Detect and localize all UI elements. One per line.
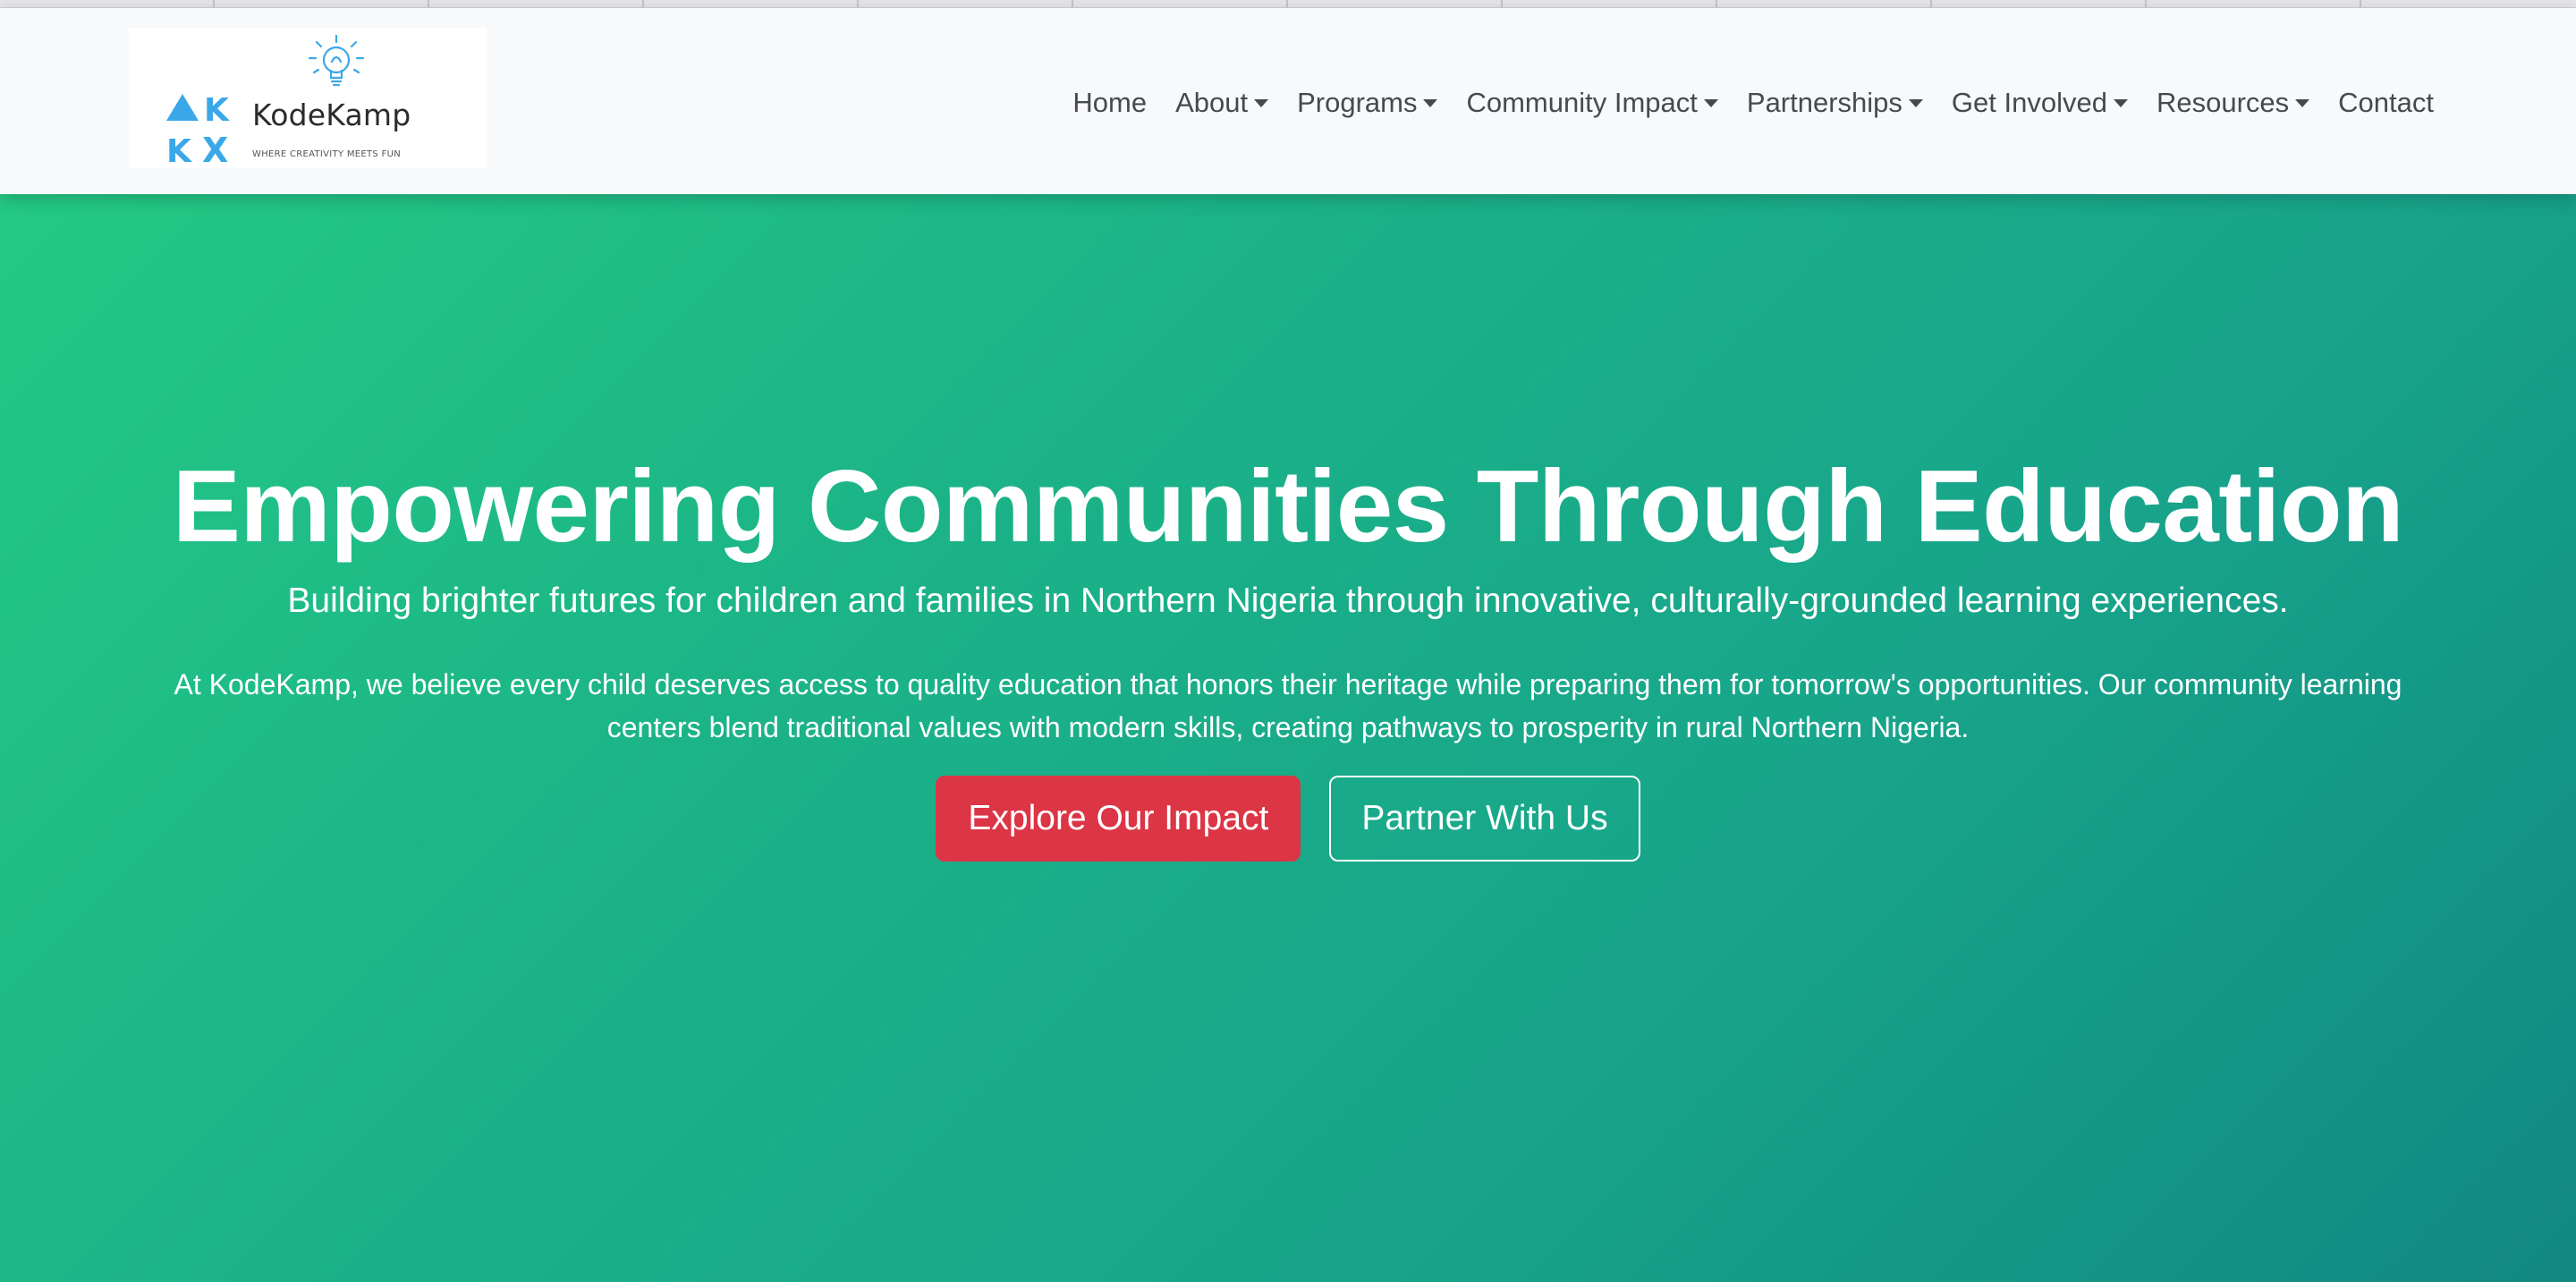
tab-separator: [1716, 0, 1717, 7]
site-navbar: K K X KodeKamp WHERE CREATIVITY MEETS FU…: [0, 8, 2576, 194]
hero-subtitle: Building brighter futures for children a…: [287, 582, 2289, 620]
nav-item-label: Resources: [2156, 87, 2290, 118]
logo-letter: K: [204, 92, 230, 129]
nav-item-partnerships[interactable]: Partnerships: [1747, 87, 1923, 119]
nav-item-community-impact[interactable]: Community Impact: [1466, 87, 1718, 119]
caret-down-icon: [1254, 98, 1269, 107]
nav-item-label: Get Involved: [1951, 87, 2107, 118]
explore-impact-button[interactable]: Explore Our Impact: [936, 776, 1301, 862]
primary-nav: Home About Programs Community Impact Par…: [1072, 87, 2434, 119]
logo-mark-icon: K K X: [166, 92, 230, 166]
tab-separator: [2145, 0, 2147, 7]
hero-body-text: At KodeKamp, we believe every child dese…: [174, 668, 2402, 743]
tab-separator: [428, 0, 429, 7]
browser-tab-strip: [0, 0, 2576, 8]
nav-item-label: Contact: [2338, 87, 2434, 118]
tab-separator: [857, 0, 859, 7]
tab-separator: [213, 0, 215, 7]
caret-down-icon: [1423, 98, 1438, 107]
nav-item-resources[interactable]: Resources: [2156, 87, 2310, 119]
tab-separator: [1072, 0, 1073, 7]
hero-cta-group: Explore Our Impact Partner With Us: [0, 776, 2576, 862]
logo-letter: X: [202, 131, 228, 166]
nav-item-about[interactable]: About: [1175, 87, 1269, 119]
tab-separator: [1501, 0, 1503, 7]
hero-section: Empowering Communities Through Education…: [0, 194, 2576, 1282]
nav-item-label: Community Impact: [1466, 87, 1698, 118]
tab-separator: [2360, 0, 2361, 7]
brand-tagline: WHERE CREATIVITY MEETS FUN: [252, 149, 401, 159]
nav-item-home[interactable]: Home: [1072, 87, 1147, 119]
logo-letter: K: [166, 133, 192, 166]
hero-title: Empowering Communities Through Education: [172, 450, 2404, 564]
caret-down-icon: [2295, 98, 2310, 107]
nav-item-label: Partnerships: [1746, 87, 1902, 118]
brand-name: KodeKamp: [252, 98, 411, 132]
tab-separator: [1286, 0, 1288, 7]
nav-item-contact[interactable]: Contact: [2338, 87, 2434, 119]
brand-logo-link[interactable]: K K X KodeKamp WHERE CREATIVITY MEETS FU…: [129, 28, 487, 168]
nav-item-get-involved[interactable]: Get Involved: [1952, 87, 2128, 119]
caret-down-icon: [2113, 98, 2128, 107]
nav-item-programs[interactable]: Programs: [1297, 87, 1438, 119]
partner-with-us-button[interactable]: Partner With Us: [1329, 776, 1640, 862]
tab-separator: [642, 0, 644, 7]
tab-separator: [1930, 0, 1932, 7]
caret-down-icon: [1908, 98, 1923, 107]
nav-item-label: About: [1175, 87, 1249, 118]
lightbulb-icon: [308, 34, 365, 87]
nav-item-label: Programs: [1297, 87, 1418, 118]
caret-down-icon: [1703, 98, 1718, 107]
nav-item-label: Home: [1072, 87, 1148, 118]
